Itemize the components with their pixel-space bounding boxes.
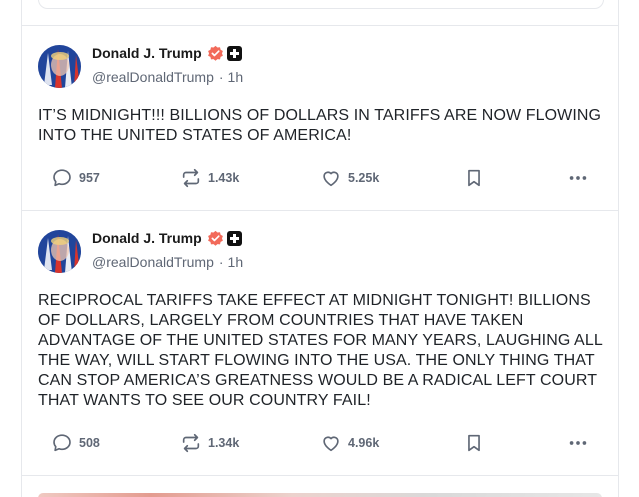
verified-badge-icon [207, 230, 223, 246]
author-name-row: Donald J. Trump [92, 43, 242, 63]
reply-count: 957 [79, 171, 100, 185]
author-meta-row: @realDonaldTrump · 1h [92, 67, 243, 87]
more-dots-icon [569, 441, 587, 445]
reply-button[interactable]: 508 [51, 429, 100, 457]
repost-arrows-icon [182, 168, 200, 188]
heart-icon [323, 171, 339, 187]
like-button[interactable]: 5.25k [320, 164, 379, 192]
meta-separator: · [218, 254, 224, 270]
avatar-image [38, 230, 81, 273]
next-post-media-preview[interactable] [38, 493, 602, 497]
post-body: IT’S MIDNIGHT!!! BILLIONS OF DOLLARS IN … [38, 107, 602, 144]
bookmark-icon [468, 434, 480, 452]
more-options-button[interactable] [567, 164, 589, 192]
author-meta-row: @realDonaldTrump · 1h [92, 252, 243, 272]
plus-badge-icon [226, 45, 242, 61]
like-button[interactable]: 4.96k [320, 429, 379, 457]
author-handle[interactable]: @realDonaldTrump [92, 254, 214, 270]
retruth-count: 1.43k [208, 171, 240, 185]
author-name[interactable]: Donald J. Trump [92, 230, 202, 246]
reply-count: 508 [79, 436, 100, 450]
bookmark-button[interactable] [463, 429, 485, 457]
post-divider [22, 475, 618, 476]
post-action-bar: 957 1.43k 5.25k [22, 164, 618, 192]
bookmark-icon [468, 169, 480, 187]
avatar[interactable] [38, 230, 81, 273]
avatar-image [38, 45, 81, 88]
post-divider [22, 25, 618, 26]
like-count: 4.96k [348, 436, 380, 450]
bookmark-button[interactable] [463, 164, 485, 192]
author-handle[interactable]: @realDonaldTrump [92, 69, 214, 85]
post-divider [22, 210, 618, 211]
more-options-button[interactable] [567, 429, 589, 457]
post-timestamp[interactable]: 1h [228, 69, 244, 85]
retruth-button[interactable]: 1.43k [180, 164, 239, 192]
repost-arrows-icon [182, 433, 200, 453]
plus-badge-icon [226, 230, 242, 246]
retruth-button[interactable]: 1.34k [180, 429, 239, 457]
more-dots-icon [569, 176, 587, 180]
author-name[interactable]: Donald J. Trump [92, 45, 202, 61]
post-action-bar: 508 1.34k 4.96k [22, 429, 618, 457]
speech-bubble-icon [53, 434, 71, 452]
post-timestamp[interactable]: 1h [228, 254, 244, 270]
heart-icon [323, 436, 339, 452]
like-count: 5.25k [348, 171, 380, 185]
post-body: RECIPROCAL TARIFFS TAKE EFFECT AT MIDNIG… [38, 292, 603, 409]
author-name-row: Donald J. Trump [92, 228, 242, 248]
reply-button[interactable]: 957 [51, 164, 100, 192]
retruth-count: 1.34k [208, 436, 240, 450]
previous-post-card-edge [38, 0, 604, 9]
meta-separator: · [218, 69, 224, 85]
speech-bubble-icon [53, 169, 71, 187]
avatar[interactable] [38, 45, 81, 88]
timeline-feed: Donald J. Trump @realDonaldTrump · 1h IT… [21, 0, 619, 497]
verified-badge-icon [207, 45, 223, 61]
